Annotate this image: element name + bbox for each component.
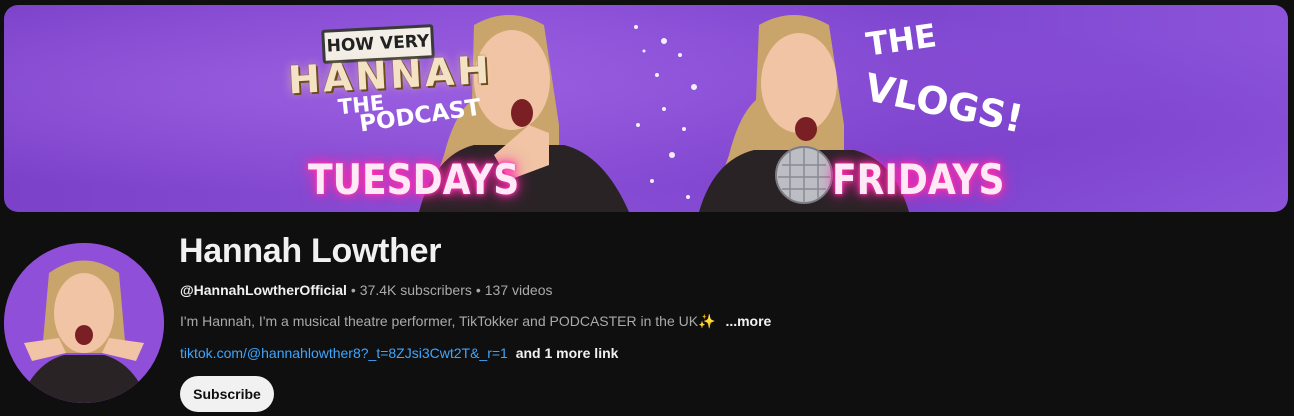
channel-description[interactable]: I'm Hannah, I'm a musical theatre perfor… (180, 313, 771, 330)
sparkle-icon: ✨ (698, 313, 716, 329)
meta-separator: • (475, 282, 481, 298)
channel-avatar[interactable] (4, 243, 164, 403)
channel-handle: @HannahLowtherOfficial (180, 282, 347, 298)
channel-banner: HOW VERY HANNAH THE PODCAST TUESDAYS THE… (4, 5, 1288, 212)
description-text: I'm Hannah, I'm a musical theatre perfor… (180, 313, 699, 329)
fridays-neon: FRIDAYS (832, 155, 1005, 204)
tuesdays-neon: TUESDAYS (308, 155, 520, 204)
sparkles-decoration (634, 25, 697, 199)
channel-meta: @HannahLowtherOfficial • 37.4K subscribers… (180, 282, 552, 298)
more-links-button[interactable]: and 1 more link (516, 345, 619, 361)
channel-name: Hannah Lowther (179, 232, 442, 270)
video-count: 137 videos (484, 282, 553, 298)
subscriber-count: 37.4K subscribers (359, 282, 472, 298)
tiktok-link[interactable]: tiktok.com/@hannahlowther8?_t=8ZJsi3Cwt2… (180, 345, 508, 361)
avatar-photo (4, 243, 164, 403)
subscribe-button[interactable]: Subscribe (180, 376, 274, 412)
banner-artwork (419, 15, 909, 212)
meta-separator: • (350, 282, 356, 298)
channel-links: tiktok.com/@hannahlowther8?_t=8ZJsi3Cwt2… (180, 345, 618, 361)
description-more-button[interactable]: ...more (725, 313, 771, 329)
